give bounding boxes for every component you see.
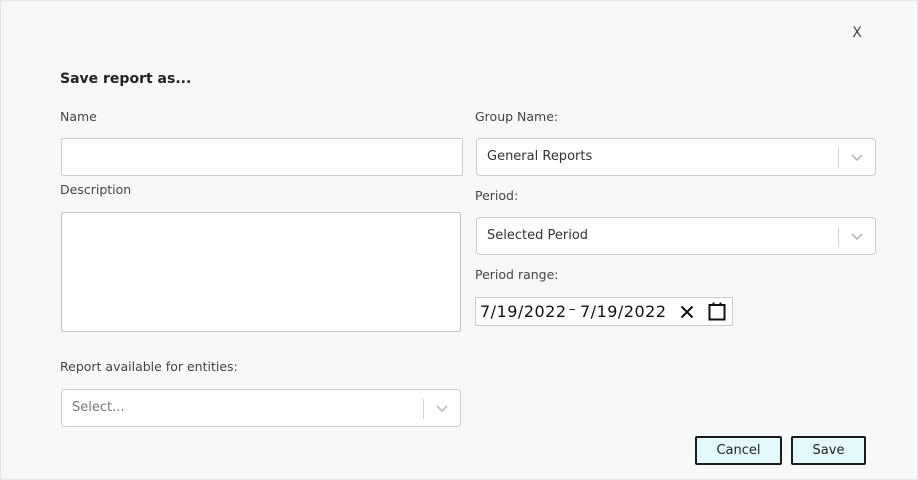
select-separator: [838, 148, 839, 168]
period-start-date[interactable]: 7/19/2022: [480, 302, 567, 321]
name-label: Name: [60, 109, 97, 124]
cancel-button[interactable]: Cancel: [695, 436, 782, 465]
close-button[interactable]: X: [849, 24, 865, 42]
group-name-value: General Reports: [487, 149, 593, 164]
clear-icon[interactable]: [679, 304, 695, 320]
group-name-select[interactable]: General Reports: [476, 138, 876, 176]
group-name-label: Group Name:: [475, 109, 559, 124]
calendar-icon[interactable]: [708, 302, 726, 321]
description-textarea[interactable]: [61, 212, 461, 332]
entities-select[interactable]: Select...: [61, 389, 461, 427]
chevron-down-icon[interactable]: [849, 229, 865, 243]
period-select[interactable]: Selected Period: [476, 217, 876, 255]
description-label: Description: [60, 182, 132, 197]
select-separator: [838, 227, 839, 247]
period-value: Selected Period: [487, 228, 589, 243]
entities-label: Report available for entities:: [60, 359, 238, 374]
select-separator: [423, 399, 424, 419]
period-range-separator: –: [569, 302, 576, 317]
period-label: Period:: [475, 188, 519, 203]
chevron-down-icon[interactable]: [849, 150, 865, 164]
dialog-title: Save report as...: [60, 71, 192, 87]
save-button[interactable]: Save: [791, 436, 866, 465]
period-range-label: Period range:: [475, 267, 559, 282]
save-report-dialog: X Save report as... Name Description Gro…: [0, 0, 918, 480]
period-range-picker[interactable]: 7/19/2022 – 7/19/2022: [475, 297, 733, 326]
period-end-date[interactable]: 7/19/2022: [580, 302, 667, 321]
entities-placeholder: Select...: [72, 400, 125, 415]
chevron-down-icon[interactable]: [434, 401, 450, 415]
name-input[interactable]: [61, 138, 463, 176]
